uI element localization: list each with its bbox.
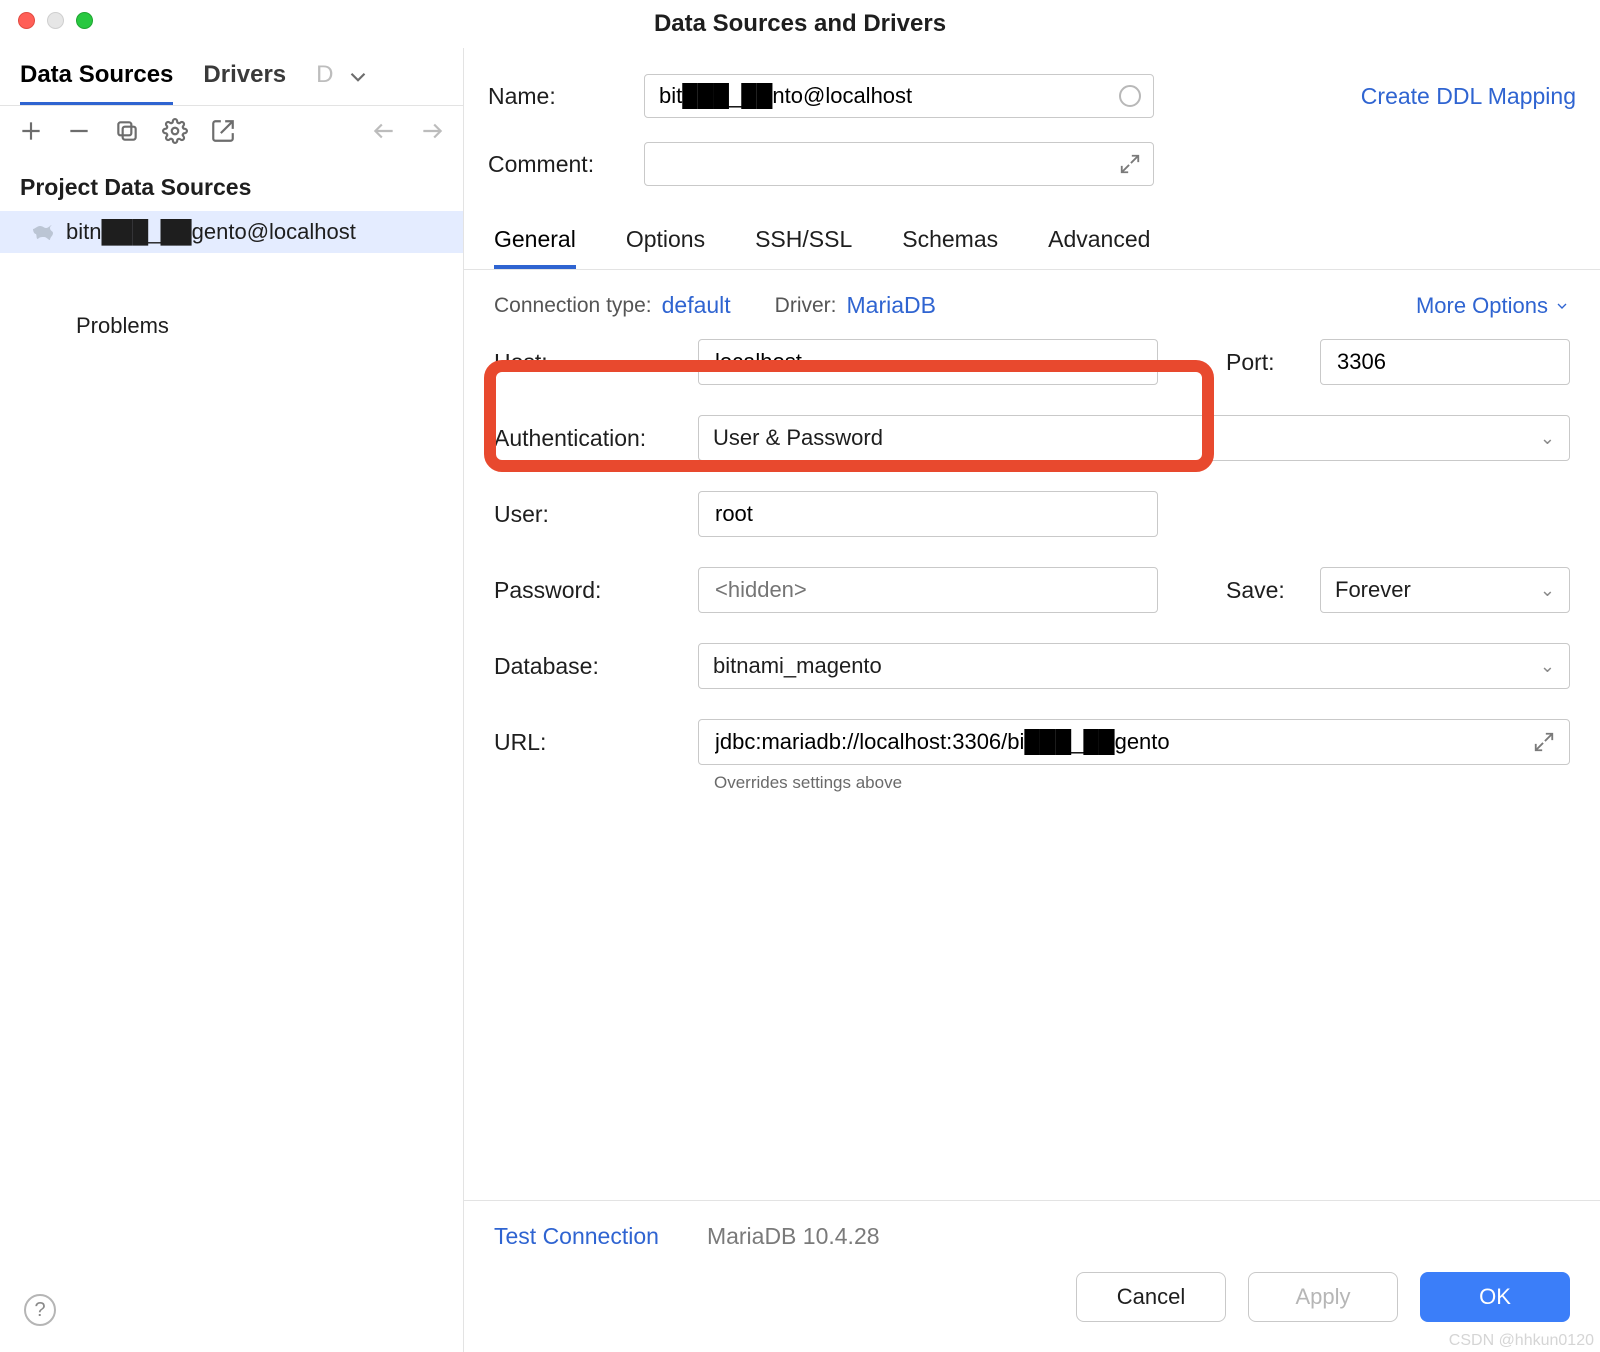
color-picker-icon[interactable] — [1119, 85, 1141, 107]
name-input[interactable] — [644, 74, 1154, 118]
tab-advanced[interactable]: Advanced — [1048, 226, 1150, 269]
section-project-ds: Project Data Sources — [0, 156, 463, 211]
sidebar-problems[interactable]: Problems — [0, 253, 463, 349]
more-options-label: More Options — [1416, 293, 1548, 319]
dialog-title: Data Sources and Drivers — [0, 10, 1600, 38]
tab-drivers[interactable]: Drivers — [203, 48, 286, 105]
tab-schemas[interactable]: Schemas — [902, 226, 998, 269]
port-input[interactable] — [1320, 339, 1570, 385]
watermark: CSDN @hhkun0120 — [1449, 1332, 1594, 1350]
tab-sshssl[interactable]: SSH/SSL — [755, 226, 852, 269]
help-icon[interactable]: ? — [24, 1294, 56, 1326]
save-value: Forever — [1335, 577, 1411, 603]
minimize-window-icon[interactable] — [47, 12, 64, 29]
connection-info-row: Connection type: default Driver: MariaDB… — [464, 270, 1600, 327]
url-label: URL: — [494, 729, 684, 756]
close-window-icon[interactable] — [18, 12, 35, 29]
sidebar: Data Sources Drivers D Project Data Sour… — [0, 48, 464, 1352]
comment-input[interactable] — [644, 142, 1154, 186]
tab-extra[interactable]: D — [316, 48, 333, 105]
remove-icon[interactable] — [66, 118, 92, 144]
password-input[interactable] — [698, 567, 1158, 613]
create-ddl-link[interactable]: Create DDL Mapping — [1361, 83, 1576, 110]
ok-button[interactable]: OK — [1420, 1272, 1570, 1322]
name-field[interactable] — [657, 82, 1119, 110]
port-label: Port: — [1226, 349, 1306, 376]
port-field[interactable] — [1335, 348, 1555, 376]
conn-type-label: Connection type: — [494, 294, 652, 318]
apply-button[interactable]: Apply — [1248, 1272, 1398, 1322]
title-bar: Data Sources and Drivers — [0, 0, 1600, 48]
gear-icon[interactable] — [162, 118, 188, 144]
password-field[interactable] — [713, 576, 1143, 604]
driver-label: Driver: — [775, 294, 837, 318]
user-input[interactable] — [698, 491, 1158, 537]
dialog-buttons: Cancel Apply OK — [464, 1272, 1600, 1352]
expand-icon[interactable] — [1533, 731, 1555, 753]
chevron-down-icon: ⌄ — [1540, 428, 1555, 449]
password-label: Password: — [494, 577, 684, 604]
detail-tabs: General Options SSH/SSL Schemas Advanced — [464, 218, 1600, 270]
auth-value: User & Password — [713, 425, 883, 451]
test-connection-link[interactable]: Test Connection — [494, 1223, 659, 1250]
comment-field[interactable] — [657, 150, 1119, 178]
save-label: Save: — [1226, 577, 1306, 604]
auth-select[interactable]: User & Password ⌄ — [698, 415, 1570, 461]
window-controls — [0, 12, 93, 29]
chevron-down-icon: ⌄ — [1540, 656, 1555, 677]
sidebar-tabs: Data Sources Drivers D — [0, 48, 463, 106]
datasource-label: bitn███_██gento@localhost — [66, 219, 356, 245]
mariadb-icon — [30, 220, 54, 244]
host-label: Host: — [494, 349, 684, 376]
url-input[interactable] — [698, 719, 1570, 765]
database-label: Database: — [494, 653, 684, 680]
datasource-item[interactable]: bitn███_██gento@localhost — [0, 211, 463, 253]
host-input[interactable] — [698, 339, 1158, 385]
sidebar-toolbar — [0, 106, 463, 156]
footer-test-row: Test Connection MariaDB 10.4.28 — [464, 1201, 1600, 1272]
maximize-window-icon[interactable] — [76, 12, 93, 29]
more-options-link[interactable]: More Options — [1416, 293, 1570, 319]
chevron-down-icon: ⌄ — [1540, 580, 1555, 601]
database-select[interactable]: bitnami_magento ⌄ — [698, 643, 1570, 689]
auth-label: Authentication: — [494, 425, 684, 452]
details-panel: Name: Create DDL Mapping Comment: — [464, 48, 1600, 1352]
tab-data-sources[interactable]: Data Sources — [20, 48, 173, 105]
add-icon[interactable] — [18, 118, 44, 144]
driver-version: MariaDB 10.4.28 — [707, 1223, 880, 1250]
back-arrow-icon[interactable] — [371, 118, 397, 144]
cancel-button[interactable]: Cancel — [1076, 1272, 1226, 1322]
copy-icon[interactable] — [114, 118, 140, 144]
conn-type-value[interactable]: default — [662, 292, 731, 319]
tab-options[interactable]: Options — [626, 226, 705, 269]
url-note: Overrides settings above — [714, 773, 1570, 793]
user-label: User: — [494, 501, 684, 528]
export-icon[interactable] — [210, 118, 236, 144]
chevron-down-icon — [1554, 298, 1570, 314]
url-field[interactable] — [713, 728, 1533, 756]
user-field[interactable] — [713, 500, 1143, 528]
expand-icon[interactable] — [1119, 153, 1141, 175]
database-value: bitnami_magento — [713, 653, 882, 679]
name-label: Name: — [488, 83, 644, 110]
driver-value[interactable]: MariaDB — [847, 292, 936, 319]
comment-label: Comment: — [488, 151, 644, 178]
chevron-down-icon[interactable] — [345, 64, 371, 90]
forward-arrow-icon[interactable] — [419, 118, 445, 144]
save-select[interactable]: Forever ⌄ — [1320, 567, 1570, 613]
tab-general[interactable]: General — [494, 226, 576, 269]
host-field[interactable] — [713, 348, 1143, 376]
